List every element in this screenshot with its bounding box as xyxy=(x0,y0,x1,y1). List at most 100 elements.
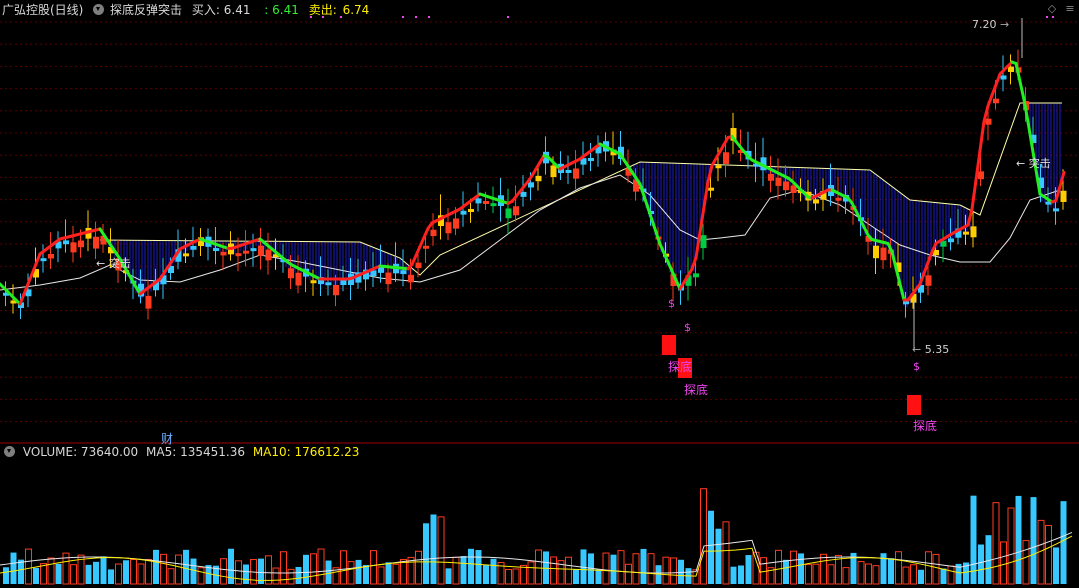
volume-bar xyxy=(670,557,677,585)
volume-bar xyxy=(602,552,610,585)
volume-bar xyxy=(415,550,422,585)
candle-body xyxy=(483,201,489,204)
buy-value-2: : 6.41 xyxy=(264,3,299,17)
volume-bar xyxy=(317,548,325,585)
trend-ma-line xyxy=(978,119,986,153)
volume-bar xyxy=(190,558,197,584)
candle-body xyxy=(903,301,909,305)
volume-bar xyxy=(377,566,385,585)
candle-body xyxy=(1053,208,1059,212)
chevron-circle-icon[interactable] xyxy=(93,4,105,15)
volume-bar xyxy=(1022,540,1030,585)
buy-label: 买入: xyxy=(191,3,220,17)
volume-bar xyxy=(738,565,744,584)
volume-bar xyxy=(632,553,640,585)
volume-bar xyxy=(1060,501,1067,584)
volume-bar xyxy=(543,551,549,584)
candle-body xyxy=(978,171,984,180)
volume-bar xyxy=(625,563,632,585)
finance-marker[interactable]: 财 xyxy=(161,430,173,447)
trend-ma-line xyxy=(1026,120,1034,148)
volume-bar xyxy=(40,563,47,585)
candle-body xyxy=(535,175,542,182)
trend-ma-line xyxy=(970,178,978,211)
volume-bar xyxy=(137,563,145,585)
volume-bar xyxy=(423,523,429,584)
candle-body xyxy=(1060,190,1067,202)
candle-body xyxy=(445,222,452,234)
candle-body xyxy=(183,253,189,257)
volume-bar xyxy=(918,569,924,584)
volume-bar xyxy=(888,558,894,584)
volume-bar xyxy=(100,556,107,584)
low-price-label: ← 5.35 xyxy=(912,343,950,356)
bottom-signal-box xyxy=(907,395,921,415)
trend-ma-line xyxy=(34,252,42,266)
stock-title[interactable]: 广弘控股(日线) xyxy=(2,3,83,17)
candle-body xyxy=(490,203,497,207)
stock-chart-window: 广弘控股(日线) 探底反弹突击 买入: 6.41 : 6.41 卖出: 6.74… xyxy=(0,0,1079,588)
dollar-marker-2: $ xyxy=(684,321,691,334)
candle-body xyxy=(768,174,774,181)
volume-bar xyxy=(527,561,535,585)
candle-body xyxy=(468,209,474,212)
menu-icon[interactable]: ≡ xyxy=(1064,3,1076,15)
volume-bar xyxy=(175,554,182,585)
volume-bar xyxy=(475,550,482,584)
candle-body xyxy=(423,245,429,249)
chevron-circle-icon[interactable] xyxy=(4,446,15,457)
candle-body xyxy=(93,236,99,249)
volume-bar xyxy=(468,548,474,584)
volume-bar xyxy=(460,556,467,584)
candle-body xyxy=(235,253,242,257)
volume-bar xyxy=(10,552,17,584)
candle-body xyxy=(715,165,722,169)
candle-body xyxy=(565,169,572,173)
volume-bar xyxy=(715,528,722,584)
volume-bar xyxy=(160,553,167,585)
trend-ma-line xyxy=(1014,62,1022,83)
candle-body xyxy=(250,248,257,252)
candle-body xyxy=(835,197,842,201)
candle-body xyxy=(708,187,714,191)
candle-body xyxy=(70,242,77,253)
volume-ma10: MA10: 176612.23 xyxy=(252,445,360,459)
dollar-marker-1: $ xyxy=(668,297,675,310)
volume-bar xyxy=(617,550,625,585)
volume-bar xyxy=(992,502,1000,585)
candle-body xyxy=(528,182,534,188)
volume-bar xyxy=(85,564,92,584)
volume-bar xyxy=(790,550,797,585)
volume-bar xyxy=(932,553,940,585)
volume-bar xyxy=(1045,525,1052,585)
volume-bar xyxy=(1000,541,1007,585)
candle-body xyxy=(693,273,699,278)
candle-body xyxy=(993,98,999,104)
volume-bar xyxy=(310,553,317,585)
volume-bar xyxy=(220,558,227,585)
breakout-label-left: ← 突击 xyxy=(96,257,131,270)
trend-ma-line xyxy=(1018,80,1026,101)
candle-body xyxy=(783,181,789,191)
volume-bar xyxy=(550,556,557,585)
volume-bar xyxy=(235,560,242,585)
volume-bar xyxy=(123,560,129,584)
volume-bar xyxy=(730,566,737,584)
breakout-label-right: ← 突击 xyxy=(1016,157,1051,170)
volume-bar xyxy=(895,551,902,585)
volume-bar xyxy=(798,553,804,584)
volume-bar xyxy=(153,549,159,584)
volume-bar xyxy=(325,560,332,584)
volume-bar xyxy=(565,556,572,585)
signal-dot xyxy=(428,16,430,18)
volume-bar xyxy=(1030,497,1037,584)
sell-value: 6.74 xyxy=(342,3,370,17)
restore-icon[interactable]: ◇ xyxy=(1046,3,1058,15)
candle-body xyxy=(925,275,932,286)
volume-bar xyxy=(243,564,249,584)
volume-bar xyxy=(857,561,865,585)
candle-body xyxy=(408,274,414,283)
candle-body xyxy=(220,251,227,256)
volume-bar xyxy=(647,553,655,585)
indicator-name[interactable]: 探底反弹突击 xyxy=(110,3,182,17)
